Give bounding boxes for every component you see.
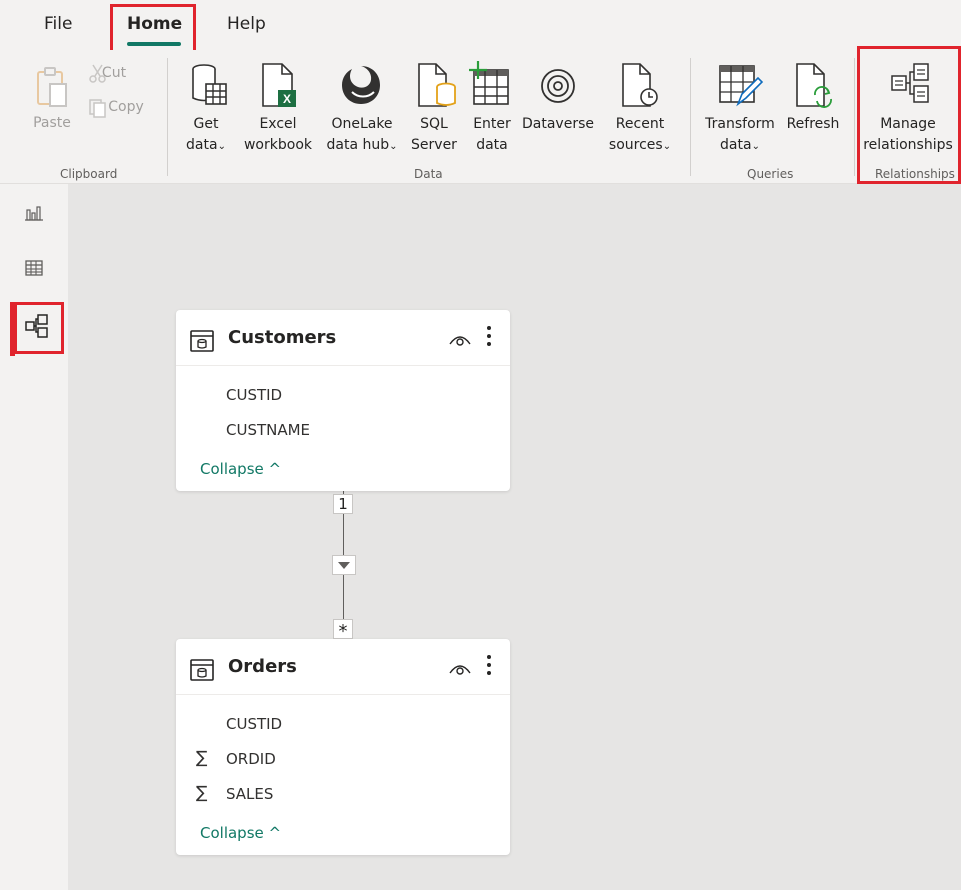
- report-view-icon[interactable]: [24, 202, 44, 222]
- orders-table-card[interactable]: Orders CUSTID ∑ ORDID ∑ SALES Collapse ^: [176, 639, 510, 855]
- cardinality-one-label: 1: [333, 494, 353, 514]
- table-view-icon[interactable]: [24, 258, 44, 278]
- sum-icon: ∑: [196, 783, 208, 803]
- ribbon: Paste Cut Copy Clipboard Get data⌄ X Exc…: [0, 50, 961, 184]
- transform-data-icon: [719, 65, 764, 107]
- eye-icon[interactable]: [448, 332, 472, 348]
- collapse-link[interactable]: Collapse ^: [200, 824, 281, 842]
- field-sales[interactable]: SALES: [226, 785, 273, 803]
- refresh-icon: [796, 63, 832, 108]
- menu-bar: File Home Help: [0, 0, 961, 62]
- cut-button[interactable]: Cut: [86, 64, 162, 86]
- customers-table-card[interactable]: Customers CUSTID CUSTNAME Collapse ^: [176, 310, 510, 491]
- enter-data-table-icon: [469, 61, 509, 105]
- table-icon: [190, 330, 214, 352]
- customers-card-title: Customers: [228, 327, 337, 348]
- dataverse-icon: [541, 69, 575, 103]
- relationships-highlight-box: [857, 46, 961, 184]
- enter-data-button[interactable]: Enter data: [464, 60, 516, 160]
- recent-sources-icon: [622, 63, 658, 107]
- transform-data-button[interactable]: Transform data⌄: [700, 60, 780, 160]
- sum-icon: ∑: [196, 748, 208, 768]
- menu-help[interactable]: Help: [227, 14, 266, 34]
- queries-group-label: Queries: [747, 167, 794, 181]
- clipboard-group-label: Clipboard: [60, 167, 118, 181]
- onelake-icon: [342, 66, 380, 104]
- orders-card-header: Orders: [176, 639, 510, 695]
- app-window: File Home Help Paste Cut Copy Clipboard …: [0, 0, 961, 890]
- orders-card-title: Orders: [228, 656, 297, 677]
- menu-file[interactable]: File: [44, 14, 72, 34]
- table-icon: [190, 659, 214, 681]
- database-table-icon: [192, 64, 227, 105]
- field-custid[interactable]: CUSTID: [226, 715, 282, 733]
- model-view-highlight-box: [14, 302, 64, 354]
- cardinality-many-label: *: [333, 619, 353, 642]
- field-custname[interactable]: CUSTNAME: [226, 421, 310, 439]
- view-rail: [0, 184, 68, 890]
- data-group-label: Data: [414, 167, 443, 181]
- customers-card-header: Customers: [176, 310, 510, 366]
- chevron-down-icon: ⌄: [751, 141, 760, 152]
- filter-direction-icon[interactable]: [332, 555, 356, 575]
- more-options-icon[interactable]: [486, 655, 492, 679]
- field-custid[interactable]: CUSTID: [226, 386, 282, 404]
- eye-icon[interactable]: [448, 661, 472, 677]
- sql-server-icon: [418, 63, 456, 107]
- excel-icon: X: [262, 63, 296, 107]
- field-ordid[interactable]: ORDID: [226, 750, 276, 768]
- collapse-link[interactable]: Collapse ^: [200, 460, 281, 478]
- more-options-icon[interactable]: [486, 326, 492, 350]
- svg-text:X: X: [283, 92, 291, 106]
